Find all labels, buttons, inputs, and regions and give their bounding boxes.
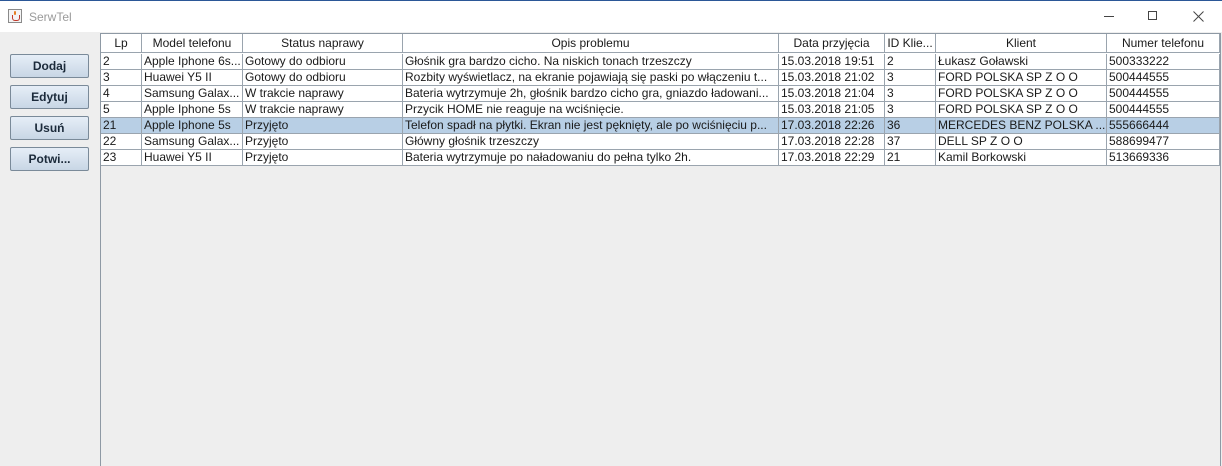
- cell-status[interactable]: Przyjęto: [243, 118, 403, 134]
- column-header-status[interactable]: Status naprawy: [243, 34, 403, 53]
- cell-phone[interactable]: 500444555: [1107, 70, 1220, 86]
- column-header-client[interactable]: Klient: [936, 34, 1107, 53]
- cell-date[interactable]: 15.03.2018 19:51: [779, 54, 885, 70]
- cell-status[interactable]: Gotowy do odbioru: [243, 70, 403, 86]
- cell-date[interactable]: 15.03.2018 21:04: [779, 86, 885, 102]
- cell-model[interactable]: Samsung Galax...: [142, 134, 243, 150]
- cell-client-id[interactable]: 36: [885, 118, 936, 134]
- java-cup-icon[interactable]: [8, 9, 22, 23]
- cell-date[interactable]: 15.03.2018 21:02: [779, 70, 885, 86]
- cell-description[interactable]: Rozbity wyświetlacz, na ekranie pojawiaj…: [403, 70, 779, 86]
- cell-client-id[interactable]: 3: [885, 86, 936, 102]
- table-row[interactable]: 23 Huawei Y5 II Przyjęto Bateria wytrzymuje…: [101, 150, 1220, 166]
- table-row[interactable]: 21 Apple Iphone 5s Przyjęto Telefon spadł n…: [101, 118, 1220, 134]
- cell-status[interactable]: W trakcie naprawy: [243, 86, 403, 102]
- action-sidebar: Dodaj Edytuj Usuń Potwi...: [0, 32, 100, 466]
- cell-client[interactable]: DELL SP Z O O: [936, 134, 1107, 150]
- edit-button[interactable]: Edytuj: [10, 85, 89, 109]
- cell-lp[interactable]: 21: [101, 118, 142, 134]
- cell-status[interactable]: Gotowy do odbioru: [243, 54, 403, 70]
- column-header-date[interactable]: Data przyjęcia: [779, 34, 885, 53]
- column-header-description[interactable]: Opis problemu: [403, 34, 779, 53]
- cell-client[interactable]: Łukasz Goławski: [936, 54, 1107, 70]
- cell-date[interactable]: 17.03.2018 22:26: [779, 118, 885, 134]
- minimize-icon: [1104, 16, 1114, 17]
- cell-phone[interactable]: 513669336: [1107, 150, 1220, 166]
- cell-description[interactable]: Przycik HOME nie reaguje na wciśnięcie.: [403, 102, 779, 118]
- cell-lp[interactable]: 5: [101, 102, 142, 118]
- cell-client-id[interactable]: 3: [885, 70, 936, 86]
- table-header: Lp Model telefonu Status naprawy Opis pr…: [101, 34, 1220, 54]
- cell-status[interactable]: Przyjęto: [243, 134, 403, 150]
- cell-model[interactable]: Apple Iphone 6s...: [142, 54, 243, 70]
- app-window: SerwTel Dodaj Edytuj Usuń Potwi... Lp Mo…: [0, 0, 1222, 466]
- cell-client-id[interactable]: 37: [885, 134, 936, 150]
- cell-lp[interactable]: 22: [101, 134, 142, 150]
- table-row[interactable]: 3 Huawei Y5 II Gotowy do odbioru Rozbity wy…: [101, 70, 1220, 86]
- table-row[interactable]: 22 Samsung Galax... Przyjęto Główny głośnik…: [101, 134, 1220, 150]
- cell-model[interactable]: Huawei Y5 II: [142, 150, 243, 166]
- minimize-button[interactable]: [1086, 1, 1132, 32]
- column-header-client-id[interactable]: ID Klie...: [885, 34, 936, 53]
- cell-phone[interactable]: 555666444: [1107, 118, 1220, 134]
- column-header-model[interactable]: Model telefonu: [142, 34, 243, 53]
- cell-model[interactable]: Apple Iphone 5s: [142, 118, 243, 134]
- cell-phone[interactable]: 588699477: [1107, 134, 1220, 150]
- cell-phone[interactable]: 500444555: [1107, 86, 1220, 102]
- cell-lp[interactable]: 23: [101, 150, 142, 166]
- cell-client-id[interactable]: 2: [885, 54, 936, 70]
- cell-lp[interactable]: 2: [101, 54, 142, 70]
- cell-date[interactable]: 15.03.2018 21:05: [779, 102, 885, 118]
- cell-phone[interactable]: 500444555: [1107, 102, 1220, 118]
- cell-lp[interactable]: 4: [101, 86, 142, 102]
- cell-client[interactable]: MERCEDES BENZ POLSKA ...: [936, 118, 1107, 134]
- add-button[interactable]: Dodaj: [10, 54, 89, 78]
- cell-phone[interactable]: 500333222: [1107, 54, 1220, 70]
- column-header-lp[interactable]: Lp: [101, 34, 142, 53]
- cell-model[interactable]: Apple Iphone 5s: [142, 102, 243, 118]
- cell-model[interactable]: Samsung Galax...: [142, 86, 243, 102]
- cell-description[interactable]: Bateria wytrzymuje 2h, głośnik bardzo ci…: [403, 86, 779, 102]
- cell-date[interactable]: 17.03.2018 22:28: [779, 134, 885, 150]
- window-title: SerwTel: [29, 10, 72, 24]
- cell-description[interactable]: Telefon spadł na płytki. Ekran nie jest …: [403, 118, 779, 134]
- cell-description[interactable]: Głośnik gra bardzo cicho. Na niskich ton…: [403, 54, 779, 70]
- maximize-icon: [1148, 11, 1157, 20]
- cell-description[interactable]: Bateria wytrzymuje po naładowaniu do peł…: [403, 150, 779, 166]
- cell-status[interactable]: Przyjęto: [243, 150, 403, 166]
- cell-lp[interactable]: 3: [101, 70, 142, 86]
- cell-status[interactable]: W trakcie naprawy: [243, 102, 403, 118]
- close-icon: [1193, 11, 1204, 22]
- title-bar: SerwTel: [0, 1, 1222, 32]
- column-header-phone[interactable]: Numer telefonu: [1107, 34, 1220, 53]
- cell-client[interactable]: FORD POLSKA SP Z O O: [936, 70, 1107, 86]
- table-row[interactable]: 5 Apple Iphone 5s W trakcie naprawy Przycik…: [101, 102, 1220, 118]
- cell-date[interactable]: 17.03.2018 22:29: [779, 150, 885, 166]
- delete-button[interactable]: Usuń: [10, 116, 89, 140]
- table-row[interactable]: 4 Samsung Galax... W trakcie naprawy Bateri…: [101, 86, 1220, 102]
- close-button[interactable]: [1176, 1, 1222, 32]
- cell-client[interactable]: FORD POLSKA SP Z O O: [936, 86, 1107, 102]
- repairs-table[interactable]: Lp Model telefonu Status naprawy Opis pr…: [100, 33, 1221, 466]
- cell-client-id[interactable]: 3: [885, 102, 936, 118]
- cell-client-id[interactable]: 21: [885, 150, 936, 166]
- table-row[interactable]: 2 Apple Iphone 6s... Gotowy do odbioru Głoś…: [101, 54, 1220, 70]
- confirm-button[interactable]: Potwi...: [10, 147, 89, 171]
- maximize-button[interactable]: [1130, 1, 1176, 32]
- cell-client[interactable]: Kamil Borkowski: [936, 150, 1107, 166]
- cell-model[interactable]: Huawei Y5 II: [142, 70, 243, 86]
- cell-description[interactable]: Główny głośnik trzeszczy: [403, 134, 779, 150]
- cell-client[interactable]: FORD POLSKA SP Z O O: [936, 102, 1107, 118]
